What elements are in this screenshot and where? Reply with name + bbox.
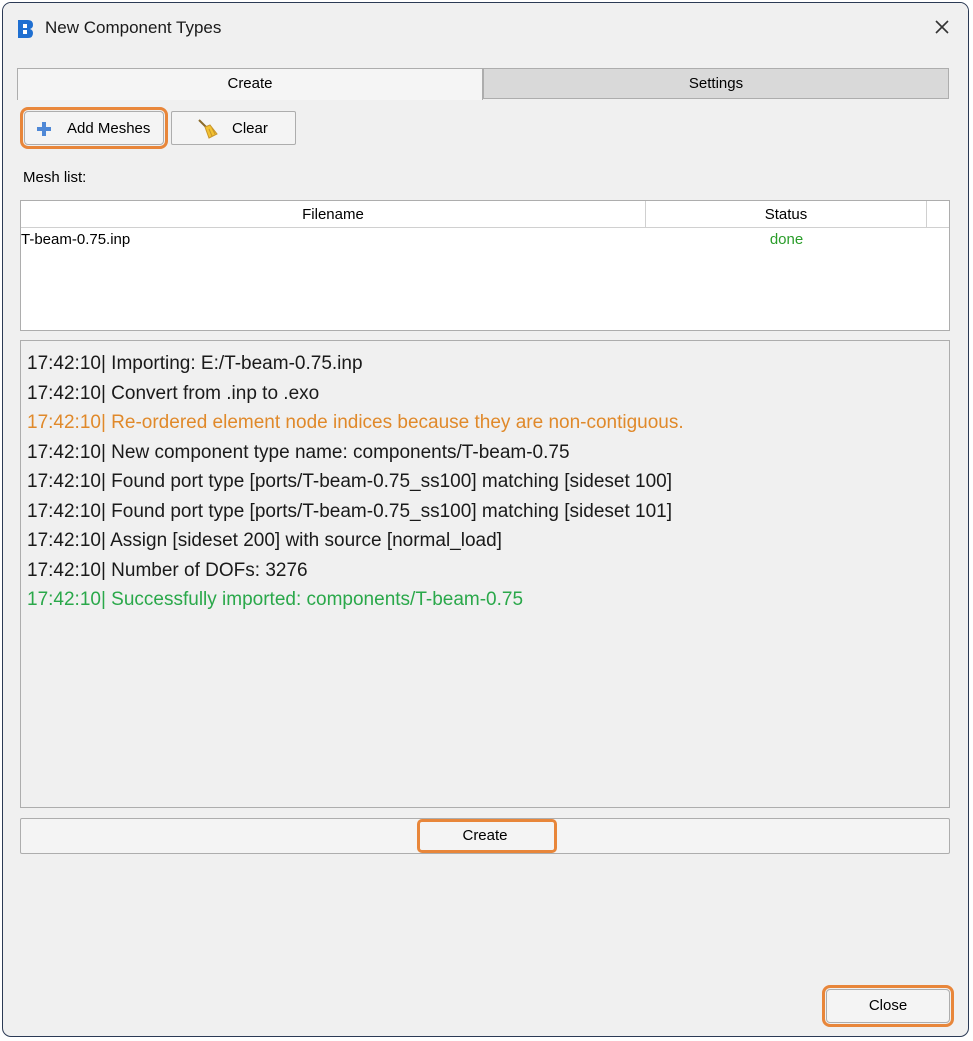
create-label: Create: [462, 827, 508, 844]
title-bar: New Component Types: [3, 3, 968, 53]
log-line: 17:42:10| Number of DOFs: 3276: [27, 559, 308, 581]
clear-label: Clear: [232, 120, 268, 137]
header-filler: [927, 201, 949, 228]
mesh-list-label: Mesh list:: [23, 169, 87, 186]
tab-bar: Create Settings: [17, 68, 949, 100]
create-button[interactable]: Create: [20, 818, 950, 854]
add-meshes-label: Add Meshes: [67, 120, 151, 137]
log-line: 17:42:10| New component type name: compo…: [27, 441, 570, 463]
log-line: 17:42:10| Assign [sideset 200] with sour…: [27, 530, 502, 551]
tab-create[interactable]: Create: [17, 68, 483, 100]
tab-settings[interactable]: Settings: [483, 68, 949, 99]
broom-icon: [198, 119, 218, 139]
clear-button[interactable]: Clear: [171, 111, 296, 145]
close-button[interactable]: Close: [822, 985, 954, 1027]
plus-icon: [37, 122, 51, 136]
log-line-warning: 17:42:10| Re-ordered element node indice…: [27, 412, 684, 433]
close-icon[interactable]: [930, 15, 954, 39]
status-column-header[interactable]: Status: [646, 201, 927, 228]
app-logo-icon: [18, 20, 33, 38]
log-line-success: 17:42:10| Successfully imported: compone…: [27, 589, 524, 610]
log-output[interactable]: 17:42:10| Importing: E:/T-beam-0.75.inp …: [20, 340, 950, 808]
row-status: done: [769, 231, 804, 248]
row-filename: T-beam-0.75.inp: [21, 231, 131, 248]
filename-column-header[interactable]: Filename: [21, 201, 646, 228]
log-line: 17:42:10| Convert from .inp to .exo: [27, 382, 320, 404]
log-line: 17:42:10| Found port type [ports/T-beam-…: [27, 471, 672, 492]
log-line: 17:42:10| Importing: E:/T-beam-0.75.inp: [27, 353, 363, 374]
close-label: Close: [868, 997, 908, 1014]
window-title: New Component Types: [45, 18, 222, 37]
log-line: 17:42:10| Found port type [ports/T-beam-…: [27, 500, 672, 522]
add-meshes-button[interactable]: Add Meshes: [20, 107, 168, 149]
mesh-list-table[interactable]: Filename Status T-beam-0.75.inp done: [20, 200, 950, 331]
dialog-window: New Component Types Create Settings Add …: [2, 2, 969, 1037]
